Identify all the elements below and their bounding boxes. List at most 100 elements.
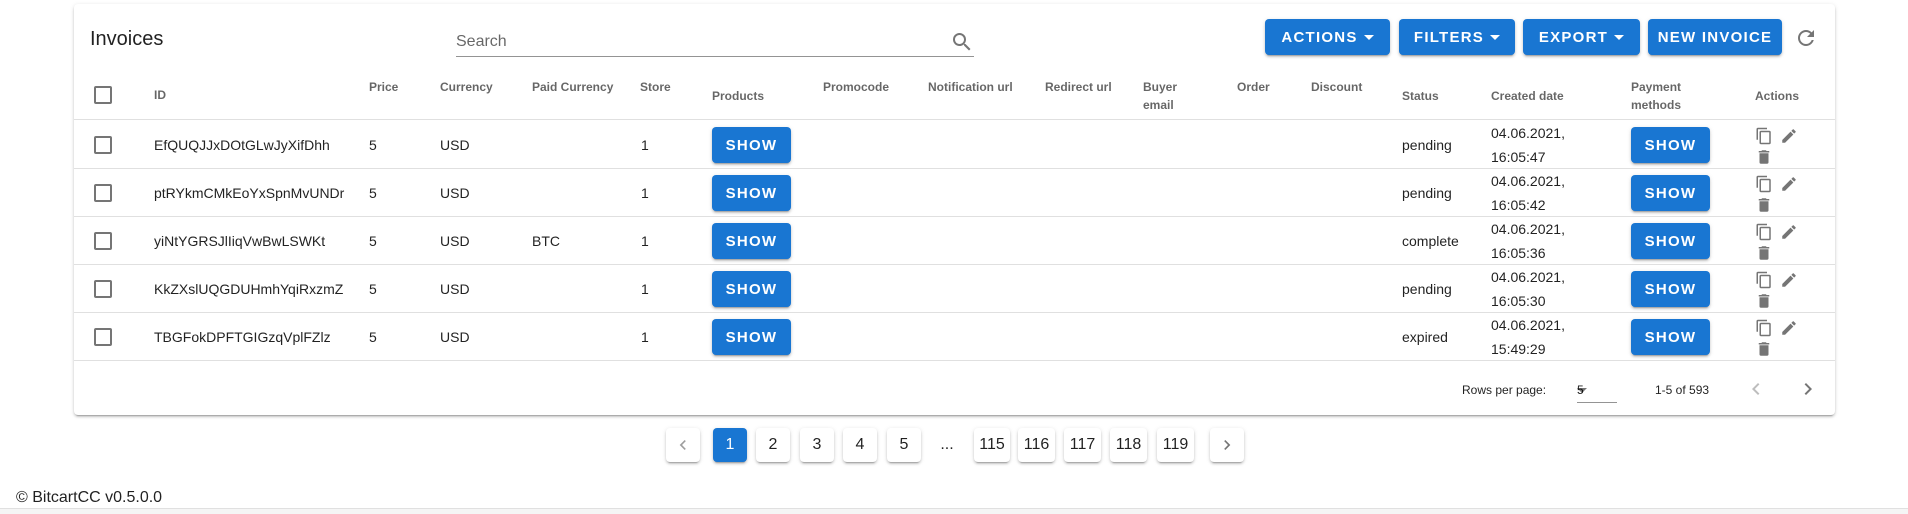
export-button[interactable]: EXPORT bbox=[1523, 19, 1640, 55]
pagination-prev-button[interactable] bbox=[666, 428, 700, 462]
column-header-currency[interactable]: Currency bbox=[440, 78, 493, 96]
table-row[interactable]: TBGFokDPFTGIGzqVplFZlz 5 USD 1 SHOW expired 04… bbox=[74, 313, 1835, 361]
created-time: 16:05:47 bbox=[1491, 148, 1546, 165]
pagination-page-button[interactable]: 117 bbox=[1064, 428, 1101, 462]
edit-icon[interactable] bbox=[1780, 127, 1798, 145]
cell-id: ptRYkmCMkEoYxSpnMvUNDr bbox=[154, 184, 345, 201]
copy-icon[interactable] bbox=[1755, 319, 1773, 337]
cell-created-date: 04.06.2021, 16:05:47 bbox=[1491, 121, 1565, 168]
row-checkbox[interactable] bbox=[94, 280, 112, 298]
edit-icon[interactable] bbox=[1780, 223, 1798, 241]
column-header-promocode[interactable]: Promocode bbox=[823, 78, 889, 96]
column-header-discount[interactable]: Discount bbox=[1311, 78, 1362, 96]
search-icon[interactable] bbox=[950, 30, 974, 54]
cell-paid-currency: BTC bbox=[532, 232, 560, 249]
pagination-page-button[interactable]: 5 bbox=[887, 428, 921, 462]
caret-down-icon bbox=[1363, 34, 1374, 40]
payment-methods-line-2: methods bbox=[1631, 98, 1682, 112]
payment-methods-show-button[interactable]: SHOW bbox=[1631, 127, 1710, 163]
pagination-page-button[interactable]: 4 bbox=[843, 428, 877, 462]
search-input[interactable] bbox=[456, 30, 936, 54]
page-title: Invoices bbox=[90, 28, 164, 50]
products-show-button[interactable]: SHOW bbox=[712, 319, 791, 355]
column-header-created-date[interactable]: Created date bbox=[1491, 87, 1564, 105]
edit-icon[interactable] bbox=[1780, 271, 1798, 289]
buyer-email-line-2: email bbox=[1143, 98, 1174, 112]
column-header-products: Products bbox=[712, 89, 765, 103]
table-row[interactable]: ptRYkmCMkEoYxSpnMvUNDr 5 USD 1 SHOW pending 04… bbox=[74, 169, 1835, 217]
pagination-next-button[interactable] bbox=[1210, 428, 1244, 462]
select-all-checkbox[interactable] bbox=[94, 86, 112, 104]
cell-created-date: 04.06.2021, 16:05:42 bbox=[1491, 169, 1565, 216]
payment-methods-show-button[interactable]: SHOW bbox=[1631, 223, 1710, 259]
chevron-right-icon[interactable] bbox=[1796, 377, 1820, 401]
delete-icon[interactable] bbox=[1755, 196, 1773, 214]
pagination-page-button[interactable]: 1 bbox=[713, 428, 747, 462]
buyer-email-line-1: Buyer bbox=[1143, 80, 1178, 94]
products-show-button[interactable]: SHOW bbox=[712, 271, 791, 307]
copy-icon[interactable] bbox=[1755, 175, 1773, 193]
table-row[interactable]: EfQUQJJxDOtGLwJyXifDhh 5 USD 1 SHOW pending 04… bbox=[74, 121, 1835, 169]
cell-id: yiNtYGRSJlIiqVwBwLSWKt bbox=[154, 232, 326, 249]
row-checkbox[interactable] bbox=[94, 184, 112, 202]
delete-icon[interactable] bbox=[1755, 340, 1773, 358]
edit-icon[interactable] bbox=[1780, 175, 1798, 193]
table-footer: Rows per page: 5 1-5 of 593 bbox=[74, 361, 1835, 415]
created-date: 04.06.2021, bbox=[1491, 220, 1565, 237]
actions-button[interactable]: ACTIONS bbox=[1265, 19, 1390, 55]
search-field[interactable] bbox=[456, 24, 974, 57]
column-header-id[interactable]: ID bbox=[154, 86, 166, 104]
pagination-page-button[interactable]: 115 bbox=[974, 428, 1010, 462]
payment-methods-show-button[interactable]: SHOW bbox=[1631, 175, 1710, 211]
column-header-notification-url[interactable]: Notification url bbox=[928, 78, 1013, 96]
table-row[interactable]: yiNtYGRSJlIiqVwBwLSWKt 5 USD BTC 1 SHOW comple… bbox=[74, 217, 1835, 265]
cell-price: 5 bbox=[369, 328, 377, 345]
cell-status: complete bbox=[1402, 232, 1459, 249]
created-time: 16:05:30 bbox=[1491, 292, 1546, 309]
payment-methods-show-button[interactable]: SHOW bbox=[1631, 271, 1710, 307]
products-show-button[interactable]: SHOW bbox=[712, 175, 791, 211]
column-header-redirect-url[interactable]: Redirect url bbox=[1045, 78, 1112, 96]
copy-icon[interactable] bbox=[1755, 223, 1773, 241]
row-checkbox[interactable] bbox=[94, 232, 112, 250]
rows-per-page-select[interactable]: 5 bbox=[1577, 375, 1617, 403]
pagination-page-button[interactable]: 116 bbox=[1018, 428, 1055, 462]
delete-icon[interactable] bbox=[1755, 148, 1773, 166]
cell-store: 1 bbox=[641, 184, 649, 201]
products-show-button[interactable]: SHOW bbox=[712, 127, 791, 163]
filters-button[interactable]: FILTERS bbox=[1399, 19, 1515, 55]
row-checkbox[interactable] bbox=[94, 328, 112, 346]
delete-icon[interactable] bbox=[1755, 292, 1773, 310]
delete-icon[interactable] bbox=[1755, 244, 1773, 262]
refresh-icon[interactable] bbox=[1794, 26, 1818, 50]
edit-icon[interactable] bbox=[1780, 319, 1798, 337]
chevron-left-icon[interactable] bbox=[1744, 377, 1768, 401]
cell-store: 1 bbox=[641, 232, 649, 249]
column-header-store[interactable]: Store bbox=[640, 78, 671, 96]
copy-icon[interactable] bbox=[1755, 271, 1773, 289]
created-date: 04.06.2021, bbox=[1491, 316, 1565, 333]
pagination-page-button[interactable]: 3 bbox=[800, 428, 834, 462]
column-header-status[interactable]: Status bbox=[1402, 87, 1439, 105]
pagination-page-button[interactable]: 2 bbox=[756, 428, 790, 462]
column-header-order[interactable]: Order bbox=[1237, 78, 1270, 96]
cell-currency: USD bbox=[440, 328, 470, 345]
column-header-paid-currency[interactable]: Paid Currency bbox=[532, 78, 613, 96]
pagination-page-button[interactable]: 118 bbox=[1110, 428, 1147, 462]
new-invoice-button[interactable]: NEW INVOICE bbox=[1648, 19, 1782, 55]
payment-methods-show-button[interactable]: SHOW bbox=[1631, 319, 1710, 355]
cell-status: expired bbox=[1402, 328, 1448, 345]
products-show-button[interactable]: SHOW bbox=[712, 223, 791, 259]
column-header-price[interactable]: Price bbox=[369, 78, 398, 96]
created-time: 16:05:36 bbox=[1491, 244, 1546, 261]
row-checkbox[interactable] bbox=[94, 136, 112, 154]
pagination-page-button[interactable]: 119 bbox=[1157, 428, 1194, 462]
created-date: 04.06.2021, bbox=[1491, 172, 1565, 189]
copy-icon[interactable] bbox=[1755, 127, 1773, 145]
filters-button-label: FILTERS bbox=[1413, 28, 1485, 46]
cell-currency: USD bbox=[440, 136, 470, 153]
created-time: 16:05:42 bbox=[1491, 196, 1546, 213]
column-header-buyer-email[interactable]: Buyer email bbox=[1143, 78, 1177, 114]
table-row[interactable]: KkZXslUQGDUHmhYqiRxzmZ 5 USD 1 SHOW pending 04… bbox=[74, 265, 1835, 313]
cell-price: 5 bbox=[369, 136, 377, 153]
